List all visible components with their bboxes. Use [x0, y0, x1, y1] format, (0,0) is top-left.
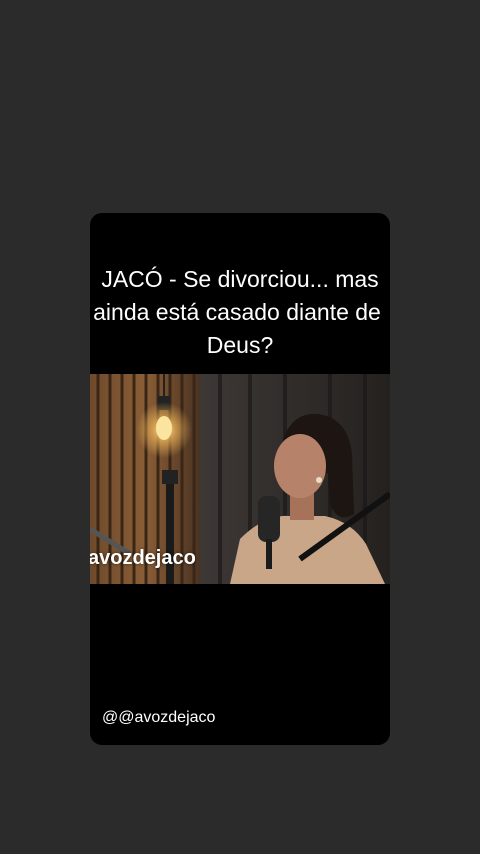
title-line-2: ainda está casado diante de — [93, 299, 381, 325]
video-watermark: avozdejaco — [90, 547, 196, 569]
account-handle[interactable]: @@avozdejaco — [102, 709, 215, 727]
post-card[interactable]: JACÓ - Se divorciou... mas ainda está ca… — [90, 213, 390, 745]
title-line-1: JACÓ - Se divorciou... mas — [101, 266, 379, 292]
video-player[interactable]: avozdejaco — [90, 374, 390, 584]
post-title: JACÓ - Se divorciou... mas ainda está ca… — [90, 263, 390, 362]
title-line-3: Deus? — [206, 332, 274, 358]
story-viewer: JACÓ - Se divorciou... mas ainda está ca… — [0, 0, 480, 854]
